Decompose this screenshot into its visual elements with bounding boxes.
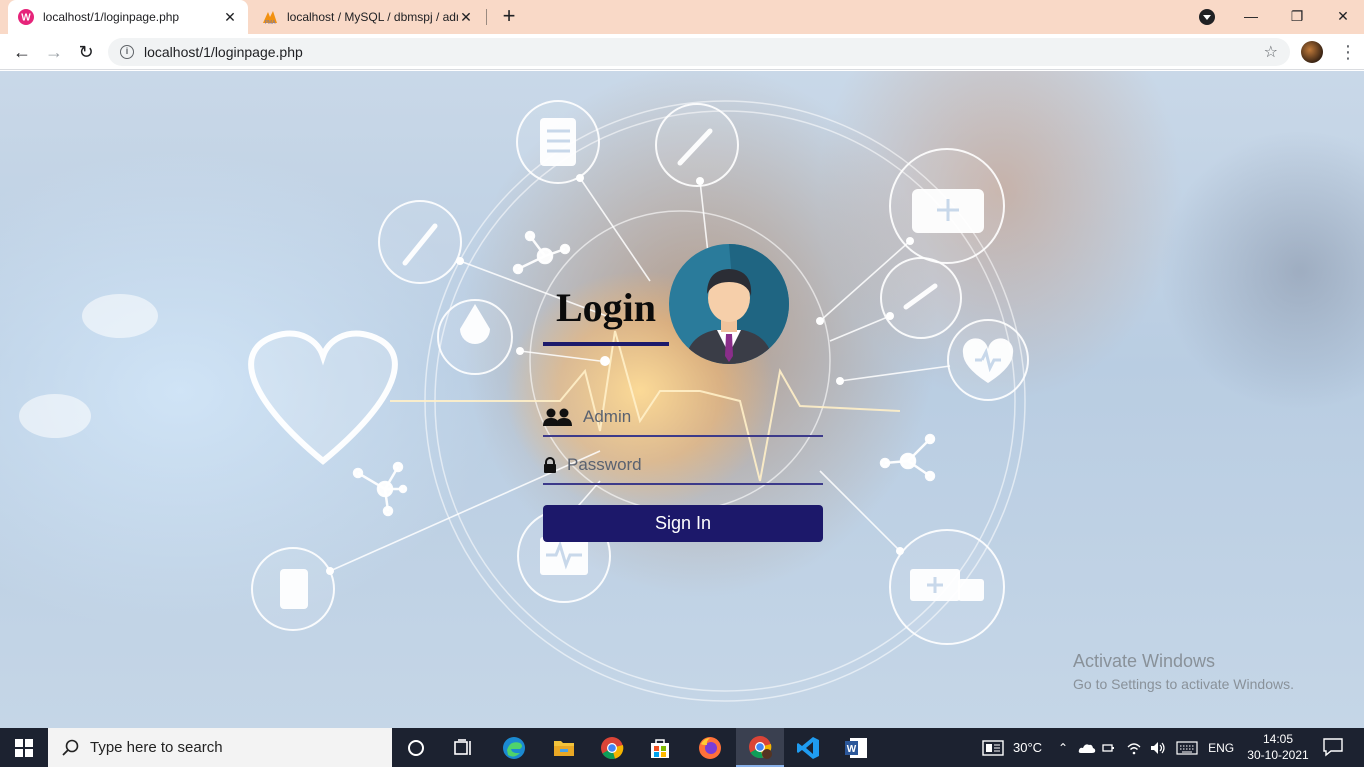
chrome-active-icon[interactable] xyxy=(736,728,784,767)
minimize-button[interactable]: — xyxy=(1239,4,1263,28)
watermark-title: Activate Windows xyxy=(1073,651,1216,671)
svg-text:W: W xyxy=(847,744,857,755)
tab-search-icon[interactable] xyxy=(1199,9,1215,25)
system-tray: ⌃ ENG xyxy=(1058,728,1234,767)
file-explorer-icon[interactable] xyxy=(540,728,588,767)
tab-title: localhost / MySQL / dbmspj / adm xyxy=(287,10,458,24)
clock[interactable]: 14:05 30-10-2021 xyxy=(1242,731,1314,763)
show-hidden-icons-icon[interactable]: ⌃ xyxy=(1058,741,1068,755)
profile-avatar[interactable] xyxy=(1301,41,1323,63)
cortana-icon[interactable] xyxy=(392,728,440,767)
word-icon[interactable]: W xyxy=(832,728,880,767)
vscode-icon[interactable] xyxy=(784,728,832,767)
tab-title: localhost/1/loginpage.php xyxy=(43,10,180,24)
tab-separator xyxy=(486,9,487,25)
phpmyadmin-favicon-icon: PMA xyxy=(263,11,277,25)
svg-text:PMA: PMA xyxy=(265,20,277,25)
watermark-subtitle: Go to Settings to activate Windows. xyxy=(1073,676,1294,692)
weather-widget[interactable]: 30°C xyxy=(982,728,1042,767)
password-field[interactable] xyxy=(543,447,823,485)
password-input[interactable] xyxy=(567,455,787,475)
chrome-icon[interactable] xyxy=(588,728,636,767)
wifi-icon[interactable] xyxy=(1126,741,1142,755)
tab-close-icon[interactable]: ✕ xyxy=(222,9,238,25)
reload-button[interactable]: ↻ xyxy=(74,40,98,64)
notification-center-icon[interactable] xyxy=(1322,737,1344,757)
clock-date: 30-10-2021 xyxy=(1247,748,1309,762)
address-bar[interactable]: i localhost/1/loginpage.php ☆ xyxy=(108,38,1290,66)
lock-icon xyxy=(543,457,557,473)
taskbar-search-box[interactable]: Type here to search xyxy=(48,728,392,767)
weather-temp: 30°C xyxy=(1013,740,1043,755)
clock-time: 14:05 xyxy=(1262,732,1294,746)
task-view-icon[interactable] xyxy=(440,728,488,767)
username-input[interactable] xyxy=(583,407,803,427)
forward-button[interactable]: → xyxy=(42,40,66,64)
power-icon[interactable] xyxy=(1102,741,1116,755)
browser-toolbar: ← → ↻ i localhost/1/loginpage.php ☆ ⋮ xyxy=(0,34,1364,70)
sign-in-button[interactable]: Sign In xyxy=(543,505,823,542)
edge-icon[interactable] xyxy=(490,728,538,767)
title-underline xyxy=(543,342,669,346)
page-viewport: Login Si xyxy=(0,71,1364,728)
login-title: Login xyxy=(556,285,657,330)
wamp-favicon-icon: W xyxy=(18,9,34,25)
store-icon[interactable] xyxy=(636,728,684,767)
browser-tab-strip: W localhost/1/loginpage.php ✕ PMA localh… xyxy=(0,0,1364,34)
tab-close-icon[interactable]: ✕ xyxy=(458,9,474,25)
address-url[interactable]: localhost/1/loginpage.php xyxy=(144,44,1264,60)
tab-phpmyadmin[interactable]: PMA localhost / MySQL / dbmspj / adm ✕ xyxy=(252,0,484,34)
windows-taskbar: Type here to search W 30°C ⌃ ENG 14:05 3… xyxy=(0,728,1364,767)
close-window-button[interactable]: ✕ xyxy=(1331,4,1355,28)
search-placeholder: Type here to search xyxy=(90,739,223,756)
search-icon xyxy=(62,739,79,756)
new-tab-button[interactable]: + xyxy=(498,5,520,27)
user-avatar-icon xyxy=(669,244,789,364)
volume-icon[interactable] xyxy=(1150,741,1166,755)
browser-menu-icon[interactable]: ⋮ xyxy=(1338,40,1358,64)
svg-text:W: W xyxy=(21,13,31,24)
tab-loginpage[interactable]: W localhost/1/loginpage.php ✕ xyxy=(8,0,248,34)
weather-icon xyxy=(982,739,1004,756)
firefox-icon[interactable] xyxy=(686,728,734,767)
bookmark-star-icon[interactable]: ☆ xyxy=(1264,42,1278,62)
username-field[interactable] xyxy=(543,399,823,437)
onedrive-icon[interactable] xyxy=(1078,742,1096,754)
restore-button[interactable]: ❐ xyxy=(1285,4,1309,28)
site-info-icon[interactable]: i xyxy=(120,45,134,59)
keyboard-icon[interactable] xyxy=(1176,740,1198,755)
back-button[interactable]: ← xyxy=(10,40,34,64)
language-indicator[interactable]: ENG xyxy=(1208,741,1234,755)
users-icon xyxy=(543,408,573,426)
windows-logo-icon xyxy=(15,738,33,757)
activate-windows-watermark: Activate Windows Go to Settings to activ… xyxy=(1073,651,1294,692)
start-button[interactable] xyxy=(0,728,48,767)
